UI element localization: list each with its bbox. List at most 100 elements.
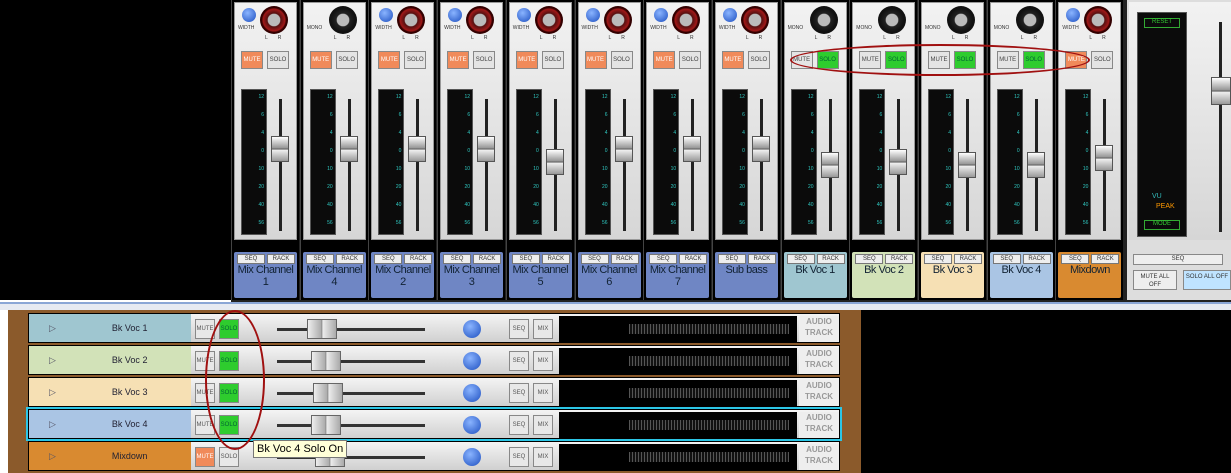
solo-button[interactable]: SOLO <box>404 51 427 69</box>
meter-mode-button[interactable]: MODE <box>1144 220 1180 230</box>
rack-button[interactable]: RACK <box>473 254 502 264</box>
seq-button[interactable]: SEQ <box>855 254 884 264</box>
rack-button[interactable]: RACK <box>1091 254 1120 264</box>
seq-button[interactable]: SEQ <box>786 254 815 264</box>
track-mix-button[interactable]: MIX <box>533 415 553 435</box>
volume-fader[interactable] <box>1026 152 1045 178</box>
seq-button[interactable]: SEQ <box>374 254 403 264</box>
width-knob[interactable] <box>1066 8 1081 22</box>
master-lcd[interactable]: RESET <box>1144 18 1180 28</box>
rack-button[interactable]: RACK <box>267 254 295 264</box>
track-seq-button[interactable]: SEQ <box>509 351 529 371</box>
mute-button[interactable]: MUTE <box>721 51 744 69</box>
solo-button[interactable]: SOLO <box>335 51 358 69</box>
track-row[interactable]: ▷ Bk Voc 3 MUTE SOLO SEQ MIX AUDIO TRACK <box>28 377 840 407</box>
seq-button[interactable]: SEQ <box>924 254 952 264</box>
pan-knob[interactable] <box>397 6 426 34</box>
pan-knob[interactable] <box>463 352 481 370</box>
volume-fader[interactable] <box>683 136 702 163</box>
track-row[interactable]: ▷ Mixdown MUTE SOLO SEQ MIX AUDIO TRACK <box>28 441 840 471</box>
pan-knob[interactable] <box>947 6 975 34</box>
pan-knob[interactable] <box>534 6 563 34</box>
track-row[interactable]: ▷ Bk Voc 4 MUTE SOLO SEQ MIX AUDIO TRACK <box>26 407 842 441</box>
channel-name[interactable]: Sub bass <box>715 264 778 276</box>
seq-button[interactable]: SEQ <box>1061 254 1090 264</box>
seq-button[interactable]: SEQ <box>511 254 540 264</box>
mute-button[interactable]: MUTE <box>378 51 401 69</box>
channel-name[interactable]: Bk Voc 3 <box>921 264 984 276</box>
track-header[interactable]: ▷ Mixdown <box>29 442 191 470</box>
track-row[interactable]: ▷ Bk Voc 2 MUTE SOLO SEQ MIX AUDIO TRACK <box>28 345 840 375</box>
width-knob[interactable] <box>242 8 256 22</box>
level-fader[interactable] <box>307 319 337 339</box>
track-seq-button[interactable]: SEQ <box>509 319 529 339</box>
track-header[interactable]: ▷ Bk Voc 3 <box>29 378 191 406</box>
master-fader[interactable] <box>1211 77 1231 105</box>
mute-all-off-button[interactable]: MUTE ALL OFF <box>1133 270 1177 290</box>
volume-fader[interactable] <box>958 152 976 178</box>
rack-button[interactable]: RACK <box>541 254 570 264</box>
seq-button[interactable]: SEQ <box>717 254 746 264</box>
channel-name[interactable]: Bk Voc 4 <box>990 264 1053 276</box>
rack-button[interactable]: RACK <box>954 254 982 264</box>
channel-name[interactable]: Mix Channel 6 <box>578 264 641 288</box>
rack-button[interactable]: RACK <box>335 254 364 264</box>
mute-button[interactable]: MUTE <box>241 51 263 69</box>
track-mute-button[interactable]: MUTE <box>195 447 215 467</box>
channel-name[interactable]: Mixdown <box>1058 264 1121 276</box>
mute-button[interactable]: MUTE <box>653 51 676 69</box>
track-mix-button[interactable]: MIX <box>533 319 553 339</box>
channel-name[interactable]: Mix Channel 1 <box>234 264 297 288</box>
track-solo-button[interactable]: SOLO <box>219 447 239 467</box>
track-header[interactable]: ▷ Bk Voc 4 <box>29 410 191 438</box>
pan-knob[interactable] <box>463 384 481 402</box>
seq-button[interactable]: SEQ <box>443 254 472 264</box>
pan-knob[interactable] <box>463 448 481 466</box>
volume-fader[interactable] <box>545 149 564 176</box>
solo-button[interactable]: SOLO <box>541 51 564 69</box>
expand-triangle-icon[interactable]: ▷ <box>49 355 56 366</box>
channel-name[interactable]: Mix Channel 7 <box>646 264 709 288</box>
seq-button[interactable]: SEQ <box>580 254 609 264</box>
solo-button[interactable]: SOLO <box>1091 51 1114 69</box>
channel-name[interactable]: Mix Channel 3 <box>440 264 503 288</box>
expand-triangle-icon[interactable]: ▷ <box>49 419 56 430</box>
seq-button[interactable]: SEQ <box>237 254 265 264</box>
track-seq-button[interactable]: SEQ <box>509 447 529 467</box>
volume-fader[interactable] <box>477 136 496 163</box>
solo-button[interactable]: SOLO <box>679 51 702 69</box>
mute-button[interactable]: MUTE <box>309 51 332 69</box>
width-knob[interactable] <box>448 8 463 22</box>
pan-knob[interactable] <box>740 6 769 34</box>
channel-name[interactable]: Bk Voc 1 <box>784 264 847 276</box>
track-seq-button[interactable]: SEQ <box>509 415 529 435</box>
rack-button[interactable]: RACK <box>679 254 708 264</box>
pan-knob[interactable] <box>328 6 357 34</box>
level-fader[interactable] <box>311 351 341 371</box>
pan-knob[interactable] <box>1015 6 1044 34</box>
pan-knob[interactable] <box>809 6 838 34</box>
level-fader[interactable] <box>311 415 341 435</box>
pan-knob[interactable] <box>466 6 495 34</box>
solo-button[interactable]: SOLO <box>473 51 496 69</box>
width-knob[interactable] <box>585 8 600 22</box>
master-seq-button[interactable]: SEQ <box>1133 254 1223 265</box>
seq-button[interactable]: SEQ <box>305 254 334 264</box>
width-knob[interactable] <box>722 8 737 22</box>
width-knob[interactable] <box>654 8 669 22</box>
expand-triangle-icon[interactable]: ▷ <box>49 387 56 398</box>
panel-divider[interactable] <box>0 302 1231 310</box>
mute-button[interactable]: MUTE <box>515 51 538 69</box>
volume-fader[interactable] <box>1095 145 1114 172</box>
track-mix-button[interactable]: MIX <box>533 383 553 403</box>
volume-fader[interactable] <box>339 136 358 163</box>
pan-knob[interactable] <box>260 6 288 34</box>
volume-fader[interactable] <box>889 149 908 176</box>
rack-button[interactable]: RACK <box>747 254 776 264</box>
solo-button[interactable]: SOLO <box>747 51 770 69</box>
track-mix-button[interactable]: MIX <box>533 447 553 467</box>
volume-fader[interactable] <box>820 152 839 178</box>
volume-fader[interactable] <box>751 136 770 163</box>
pan-knob[interactable] <box>463 416 481 434</box>
seq-button[interactable]: SEQ <box>649 254 678 264</box>
